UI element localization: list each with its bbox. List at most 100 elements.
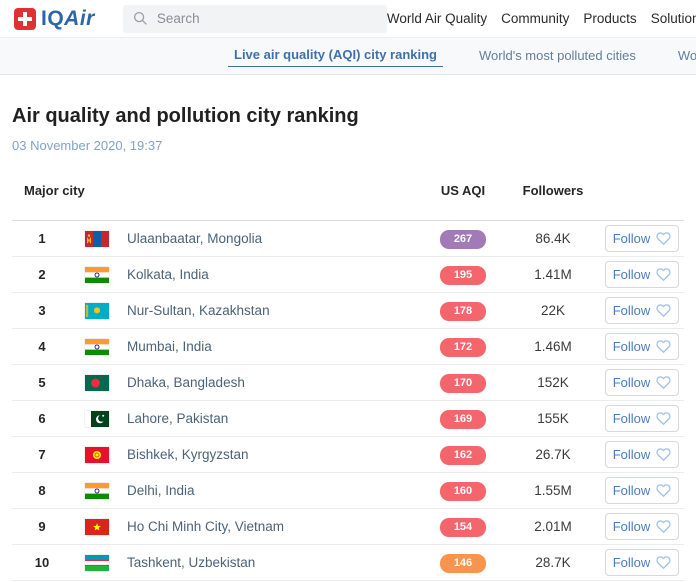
rank-number: 3	[12, 303, 72, 318]
followers-count: 86.4K	[508, 231, 598, 246]
follow-label: Follow	[613, 339, 651, 354]
swiss-cross-icon	[14, 8, 36, 30]
nav-products[interactable]: Products	[583, 11, 636, 26]
followers-count: 26.7K	[508, 447, 598, 462]
main-nav: World Air Quality Community Products Sol…	[387, 11, 696, 26]
follow-button[interactable]: Follow	[605, 225, 679, 252]
heart-icon	[656, 483, 671, 498]
search-bar[interactable]	[123, 5, 387, 33]
nav-community[interactable]: Community	[501, 11, 569, 26]
follow-label: Follow	[613, 303, 651, 318]
table-row[interactable]: 3 Nur-Sultan, Kazakhstan 178 22K Follow	[12, 293, 684, 329]
heart-icon	[656, 303, 671, 318]
city-link[interactable]: Kolkata, India	[116, 267, 418, 282]
follow-label: Follow	[613, 375, 651, 390]
aqi-badge: 169	[440, 410, 486, 429]
rank-number: 7	[12, 447, 72, 462]
flag-india-icon	[72, 267, 116, 283]
follow-label: Follow	[613, 231, 651, 246]
follow-button[interactable]: Follow	[605, 405, 679, 432]
iqair-logo[interactable]: IQAir	[14, 7, 95, 31]
follow-button[interactable]: Follow	[605, 477, 679, 504]
heart-icon	[656, 267, 671, 282]
flag-mongolia-icon	[72, 231, 116, 247]
flag-bangladesh-icon	[72, 375, 116, 391]
table-row[interactable]: 7 Bishkek, Kyrgyzstan 162 26.7K Follow	[12, 437, 684, 473]
table-row[interactable]: 1 Ulaanbaatar, Mongolia 267 86.4K Follow	[12, 221, 684, 257]
aqi-badge: 178	[440, 302, 486, 321]
top-header: IQAir World Air Quality Community Produc…	[0, 0, 696, 38]
table-row[interactable]: 6 Lahore, Pakistan 169 155K Follow	[12, 401, 684, 437]
table-row[interactable]: 8 Delhi, India 160 1.55M Follow	[12, 473, 684, 509]
tab-live-city-ranking[interactable]: Live air quality (AQI) city ranking	[228, 45, 443, 67]
city-link[interactable]: Ho Chi Minh City, Vietnam	[116, 519, 418, 534]
flag-india-icon	[72, 483, 116, 499]
follow-button[interactable]: Follow	[605, 369, 679, 396]
city-link[interactable]: Delhi, India	[116, 483, 418, 498]
followers-count: 152K	[508, 375, 598, 390]
heart-icon	[656, 411, 671, 426]
follow-button[interactable]: Follow	[605, 441, 679, 468]
table-row[interactable]: 10 Tashkent, Uzbekistan 146 28.7K Follow	[12, 545, 684, 581]
city-link[interactable]: Bishkek, Kyrgyzstan	[116, 447, 418, 462]
tab-most-polluted-countries[interactable]: World's most polluted countries	[672, 46, 696, 67]
heart-icon	[656, 519, 671, 534]
city-link[interactable]: Dhaka, Bangladesh	[116, 375, 418, 390]
follow-button[interactable]: Follow	[605, 549, 679, 576]
table-row[interactable]: 9 Ho Chi Minh City, Vietnam 154 2.01M Fo…	[12, 509, 684, 545]
nav-world-air-quality[interactable]: World Air Quality	[387, 11, 487, 26]
city-link[interactable]: Ulaanbaatar, Mongolia	[116, 231, 418, 246]
table-row[interactable]: 2 Kolkata, India 195 1.41M Follow	[12, 257, 684, 293]
followers-count: 1.41M	[508, 267, 598, 282]
column-header-followers: Followers	[508, 183, 598, 198]
flag-india-icon	[72, 339, 116, 355]
heart-icon	[656, 375, 671, 390]
logo-text: IQAir	[41, 7, 95, 31]
follow-label: Follow	[613, 555, 651, 570]
flag-kazakhstan-icon	[72, 303, 116, 319]
follow-button[interactable]: Follow	[605, 513, 679, 540]
city-link[interactable]: Tashkent, Uzbekistan	[116, 555, 418, 570]
search-icon	[133, 11, 148, 26]
aqi-badge: 267	[440, 230, 486, 249]
aqi-badge: 195	[440, 266, 486, 285]
follow-button[interactable]: Follow	[605, 333, 679, 360]
follow-label: Follow	[613, 483, 651, 498]
flag-uzbekistan-icon	[72, 555, 116, 571]
heart-icon	[656, 447, 671, 462]
aqi-badge: 162	[440, 446, 486, 465]
table-header-row: Major city US AQI Followers	[12, 183, 684, 221]
followers-count: 1.55M	[508, 483, 598, 498]
nav-solutions[interactable]: Solutions	[651, 11, 696, 26]
aqi-badge: 160	[440, 482, 486, 501]
followers-count: 22K	[508, 303, 598, 318]
follow-button[interactable]: Follow	[605, 261, 679, 288]
rank-number: 6	[12, 411, 72, 426]
table-row[interactable]: 4 Mumbai, India 172 1.46M Follow	[12, 329, 684, 365]
follow-label: Follow	[613, 447, 651, 462]
city-link[interactable]: Lahore, Pakistan	[116, 411, 418, 426]
search-input[interactable]	[157, 11, 377, 26]
city-link[interactable]: Nur-Sultan, Kazakhstan	[116, 303, 418, 318]
flag-vietnam-icon	[72, 519, 116, 535]
follow-label: Follow	[613, 519, 651, 534]
tab-most-polluted-cities[interactable]: World's most polluted cities	[473, 46, 642, 67]
rank-number: 5	[12, 375, 72, 390]
rank-number: 4	[12, 339, 72, 354]
last-updated-timestamp: 03 November 2020, 19:37	[12, 138, 684, 153]
table-row[interactable]: 5 Dhaka, Bangladesh 170 152K Follow	[12, 365, 684, 401]
aqi-badge: 154	[440, 518, 486, 537]
column-header-major-city: Major city	[12, 183, 418, 198]
follow-button[interactable]: Follow	[605, 297, 679, 324]
aqi-badge: 170	[440, 374, 486, 393]
city-ranking-table: Major city US AQI Followers 1 Ulaanbaata…	[12, 183, 684, 581]
rank-number: 9	[12, 519, 72, 534]
rank-number: 10	[12, 555, 72, 570]
city-link[interactable]: Mumbai, India	[116, 339, 418, 354]
column-header-us-aqi: US AQI	[418, 183, 508, 198]
section-tabs: Live air quality (AQI) city ranking Worl…	[0, 38, 696, 75]
followers-count: 155K	[508, 411, 598, 426]
followers-count: 1.46M	[508, 339, 598, 354]
aqi-badge: 172	[440, 338, 486, 357]
follow-label: Follow	[613, 411, 651, 426]
